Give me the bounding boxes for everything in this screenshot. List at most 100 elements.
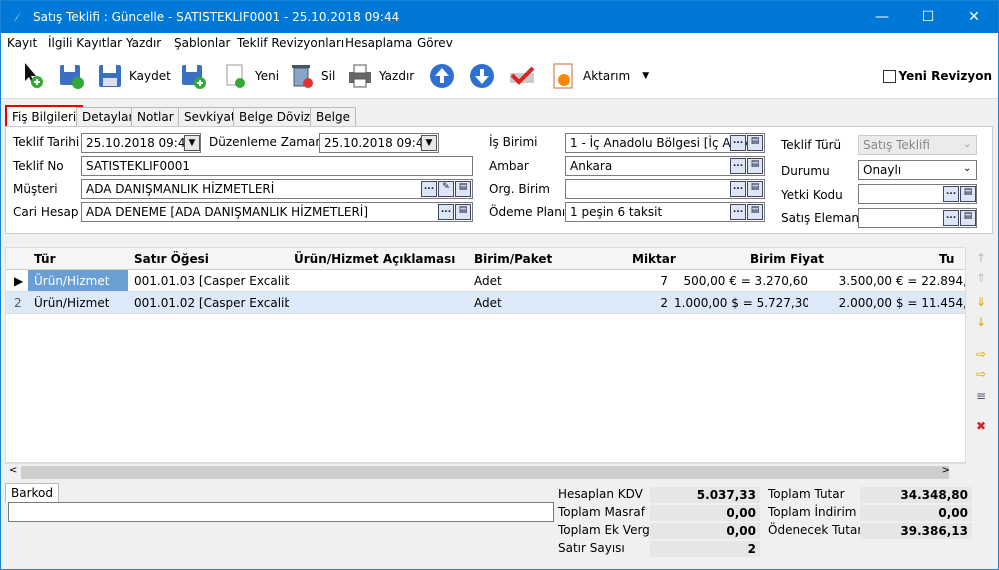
chevron-down-icon[interactable]: ▼ [184, 135, 200, 151]
cell-tur[interactable]: Ürün/Hizmet [28, 270, 128, 291]
move-down-icon[interactable]: ⇓ [973, 295, 989, 311]
lookup-button[interactable]: ... [943, 210, 959, 226]
teklif-turu-select[interactable]: Satış Teklifi [858, 135, 977, 155]
cell-tur[interactable]: Ürün/Hizmet [34, 296, 109, 310]
menu-yazdir[interactable]: Yazdır [126, 36, 161, 50]
form-icon[interactable]: ▤ [747, 135, 763, 151]
scroll-thumb[interactable] [21, 466, 949, 479]
form-icon[interactable]: ▤ [960, 210, 976, 226]
col-aciklama[interactable]: Ürün/Hizmet Açıklaması [294, 252, 455, 266]
cell-fiyat[interactable]: 500,00 € = 3.270,60 [674, 274, 808, 288]
form-icon[interactable]: ▤ [747, 181, 763, 197]
barkod-input[interactable] [8, 502, 554, 522]
lookup-button[interactable]: ... [730, 135, 746, 151]
maximize-button[interactable]: ☐ [905, 1, 951, 33]
is-birimi-label: İş Birimi [489, 135, 538, 149]
lookup-button[interactable]: ... [943, 186, 959, 202]
table-row[interactable]: 2 Ürün/Hizmet 001.01.02 [Casper Excalibu… [6, 292, 965, 314]
odenecek-tutar-value: 39.386,13 [860, 523, 972, 539]
cell-tutar[interactable]: 3.500,00 € = 22.894, [814, 274, 965, 288]
form-icon[interactable]: ▤ [747, 158, 763, 174]
menu-sablonlar[interactable]: Şablonlar [174, 36, 231, 50]
move-down-button[interactable] [467, 60, 497, 92]
chevron-left-icon[interactable]: < [9, 465, 17, 476]
lookup-button[interactable]: ... [730, 204, 746, 220]
cell-birim[interactable]: Adet [474, 296, 502, 310]
tab-belge[interactable]: Belge [310, 107, 356, 127]
approve-button[interactable] [507, 60, 537, 92]
form-icon[interactable]: ▤ [747, 204, 763, 220]
save-new-button[interactable] [179, 60, 209, 92]
lookup-button[interactable]: ... [421, 181, 437, 197]
col-birim[interactable]: Birim/Paket [474, 252, 552, 266]
transfer-button[interactable]: Aktarım ▼ [549, 60, 649, 92]
save-button[interactable]: Kaydet [95, 60, 171, 92]
menu-teklif-revizyonlari[interactable]: Teklif Revizyonları [237, 36, 344, 50]
move-up-button[interactable] [427, 60, 457, 92]
toolbar: Kaydet Yeni Sil Yazdır Aktarım ▼ Yeni Re… [1, 53, 998, 99]
close-button[interactable]: ✕ [951, 1, 997, 33]
new-button[interactable]: Yeni [221, 60, 279, 92]
tab-sevkiyat[interactable]: Sevkiyat [178, 107, 242, 127]
print-button[interactable]: Yazdır [345, 60, 414, 92]
yetki-kodu-label: Yetki Kodu [781, 188, 843, 202]
tab-belge-dovizi[interactable]: Belge Dövizi [233, 107, 320, 127]
col-tur[interactable]: Tür [34, 252, 56, 266]
col-tutar[interactable]: Tu [939, 252, 954, 266]
delete-row-icon[interactable]: ✖ [973, 419, 989, 435]
ambar-label: Ambar [489, 159, 529, 173]
cell-birim[interactable]: Adet [474, 274, 502, 288]
minimize-button[interactable]: — [859, 1, 905, 33]
move-top-icon[interactable]: ↑ [973, 251, 989, 267]
horizontal-scrollbar[interactable]: < > [5, 463, 966, 480]
row-marker: 2 [14, 296, 22, 310]
chevron-down-icon[interactable]: ▼ [421, 135, 437, 151]
save-refresh-button[interactable] [57, 60, 87, 92]
new-revision-checkbox[interactable]: Yeni Revizyon [882, 69, 992, 83]
new-cursor-button[interactable] [19, 60, 49, 92]
cari-field[interactable]: ADA DENEME [ADA DANIŞMANLIK HİZMETLERİ] [81, 202, 473, 222]
teklif-no-field[interactable]: SATISTEKLIF0001 [81, 156, 473, 176]
table-row[interactable]: ▶ Ürün/Hizmet 001.01.03 [Casper Excalibu… [6, 270, 965, 292]
col-satir-ogesi[interactable]: Satır Öğesi [134, 252, 209, 266]
durumu-select[interactable]: Onaylı [858, 160, 977, 180]
teklif-tarihi-field[interactable]: 25.10.2018 09:44 [81, 133, 201, 153]
checkbox-box[interactable] [882, 69, 896, 83]
barkod-tab[interactable]: Barkod [5, 483, 59, 502]
menu-gorev[interactable]: Görev [417, 36, 453, 50]
delete-button[interactable]: Sil [287, 60, 335, 92]
move-up-icon[interactable]: ⇑ [973, 271, 989, 287]
insert-row-icon[interactable]: ⇨ [973, 347, 989, 363]
musteri-field[interactable]: ADA DANIŞMANLIK HİZMETLERİ [81, 179, 473, 199]
cell-miktar[interactable]: 7 [586, 274, 668, 288]
tab-fis-bilgileri[interactable]: Fiş Bilgileri [5, 105, 84, 128]
tab-notlar[interactable]: Notlar [131, 107, 180, 127]
floppy-icon [99, 65, 121, 87]
edit-pencil-icon[interactable]: ✎ [438, 181, 454, 197]
col-miktar[interactable]: Miktar [632, 252, 676, 266]
menu-kayit[interactable]: Kayıt [7, 36, 37, 50]
lookup-button[interactable]: ... [730, 181, 746, 197]
chevron-right-icon[interactable]: > [942, 465, 950, 476]
cell-miktar[interactable]: 2 [586, 296, 668, 310]
form-icon[interactable]: ▤ [455, 181, 471, 197]
menu-hesaplama[interactable]: Hesaplama [345, 36, 412, 50]
cari-label: Cari Hesap [13, 205, 79, 219]
cell-tutar[interactable]: 2.000,00 $ = 11.454, [814, 296, 965, 310]
col-birim-fiyat[interactable]: Birim Fiyat [750, 252, 824, 266]
lookup-button[interactable]: ... [730, 158, 746, 174]
row-detail-icon[interactable]: ≡ [973, 389, 989, 405]
chevron-down-icon[interactable]: ▼ [642, 71, 649, 81]
cell-satir[interactable]: 001.01.02 [Casper Excalibur ... [134, 296, 289, 310]
chevron-down-icon[interactable]: ⌄ [963, 163, 971, 174]
form-icon[interactable]: ▤ [455, 204, 471, 220]
cell-satir[interactable]: 001.01.03 [Casper Excalibur ... [134, 274, 289, 288]
cell-fiyat[interactable]: 1.000,00 $ = 5.727,30 [674, 296, 808, 310]
tab-detaylar[interactable]: Detaylar [76, 107, 140, 127]
lookup-button[interactable]: ... [438, 204, 454, 220]
append-row-icon[interactable]: ⇨ [973, 367, 989, 383]
move-bottom-icon[interactable]: ↓ [973, 315, 989, 331]
menu-ilgili-kayitlar[interactable]: İlgili Kayıtlar [48, 36, 122, 50]
toplam-ek-vergi-label: Toplam Ek Vergi [558, 523, 654, 537]
form-icon[interactable]: ▤ [960, 186, 976, 202]
